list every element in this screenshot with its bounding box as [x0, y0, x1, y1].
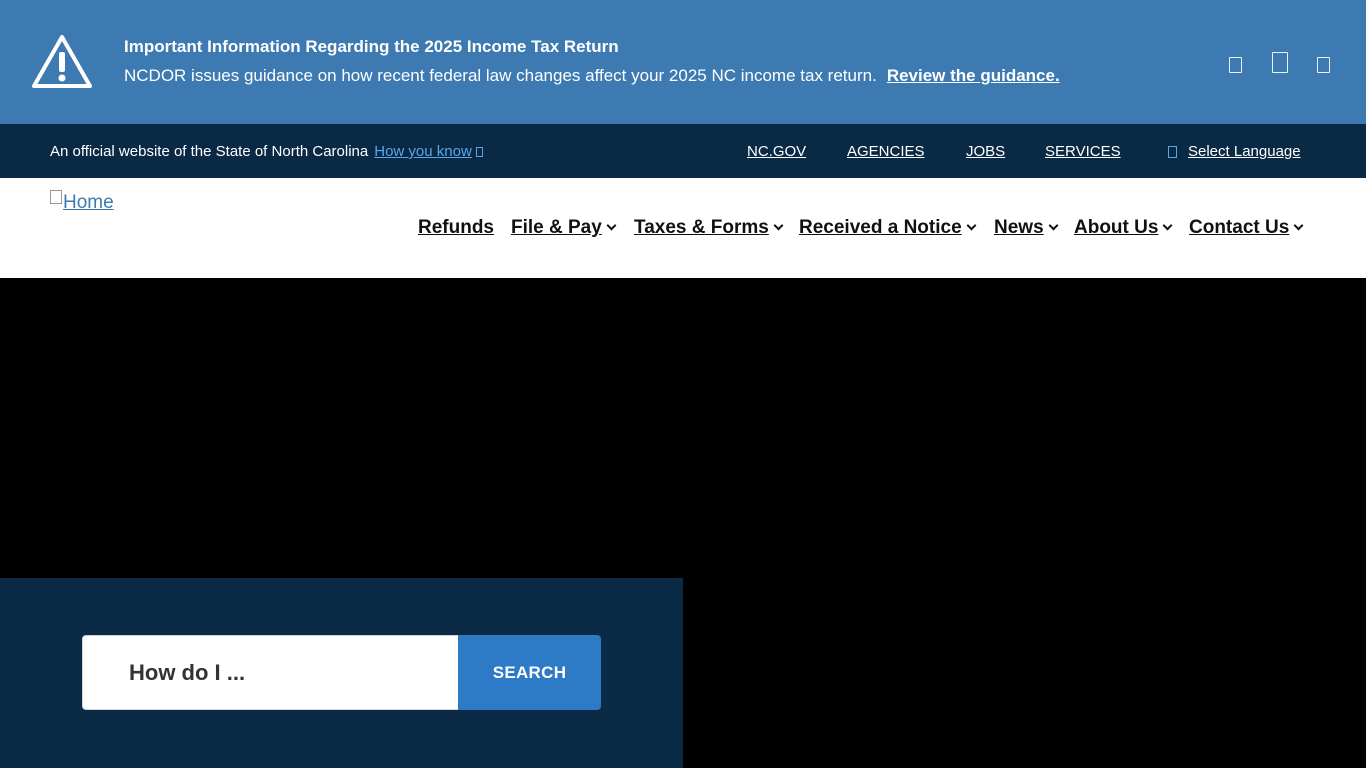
- nc-gov-link[interactable]: NC.GOV: [747, 143, 806, 160]
- search-button[interactable]: SEARCH: [458, 635, 601, 710]
- official-site-text: An official website of the State of Nort…: [50, 143, 369, 160]
- site-header: Home Refunds File & Pay Taxes & Forms Re…: [0, 178, 1366, 278]
- nav-file-and-pay[interactable]: File & Pay: [511, 217, 617, 239]
- agencies-link[interactable]: AGENCIES: [847, 143, 925, 160]
- expand-icon: [475, 147, 483, 157]
- nav-label: About Us: [1074, 217, 1159, 238]
- services-link[interactable]: SERVICES: [1045, 143, 1121, 160]
- review-guidance-link[interactable]: Review the guidance.: [887, 66, 1060, 85]
- official-site-notice: An official website of the State of Nort…: [50, 143, 483, 160]
- alert-message: NCDOR issues guidance on how recent fede…: [124, 66, 877, 85]
- alert-message-row: NCDOR issues guidance on how recent fede…: [124, 66, 1060, 86]
- nav-label: News: [994, 217, 1044, 238]
- nav-label: Refunds: [418, 217, 494, 238]
- next-alert-icon[interactable]: [1317, 57, 1330, 73]
- nav-contact-us[interactable]: Contact Us: [1189, 217, 1304, 239]
- previous-alert-icon[interactable]: [1229, 57, 1242, 73]
- chevron-down-icon: [773, 220, 784, 231]
- jobs-link[interactable]: JOBS: [966, 143, 1005, 160]
- alert-banner: Important Information Regarding the 2025…: [0, 0, 1366, 124]
- chevron-down-icon: [1162, 220, 1173, 231]
- language-icon: [1168, 146, 1177, 158]
- chevron-down-icon: [606, 220, 617, 231]
- nav-label: Contact Us: [1189, 217, 1290, 238]
- nav-label: Taxes & Forms: [634, 217, 769, 238]
- nav-taxes-and-forms[interactable]: Taxes & Forms: [634, 217, 784, 239]
- how-you-know-label: How you know: [374, 143, 472, 160]
- nav-about-us[interactable]: About Us: [1074, 217, 1173, 239]
- broken-image-icon: [50, 190, 62, 204]
- select-language-button[interactable]: Select Language: [1188, 143, 1301, 160]
- nav-news[interactable]: News: [994, 217, 1059, 239]
- chevron-down-icon: [966, 220, 977, 231]
- chevron-down-icon: [1293, 220, 1304, 231]
- logo-alt-text: Home: [63, 192, 114, 213]
- home-logo[interactable]: Home: [50, 190, 114, 214]
- warning-triangle-icon: [32, 35, 92, 88]
- nav-received-a-notice[interactable]: Received a Notice: [799, 217, 977, 239]
- nav-refunds[interactable]: Refunds: [418, 217, 494, 239]
- official-site-bar: An official website of the State of Nort…: [0, 124, 1366, 178]
- pause-alert-icon[interactable]: [1272, 52, 1288, 73]
- nav-label: Received a Notice: [799, 217, 962, 238]
- how-you-know-link[interactable]: How you know: [374, 143, 483, 160]
- search-input[interactable]: [82, 635, 459, 710]
- nav-label: File & Pay: [511, 217, 602, 238]
- chevron-down-icon: [1048, 220, 1059, 231]
- alert-title: Important Information Regarding the 2025…: [124, 37, 619, 56]
